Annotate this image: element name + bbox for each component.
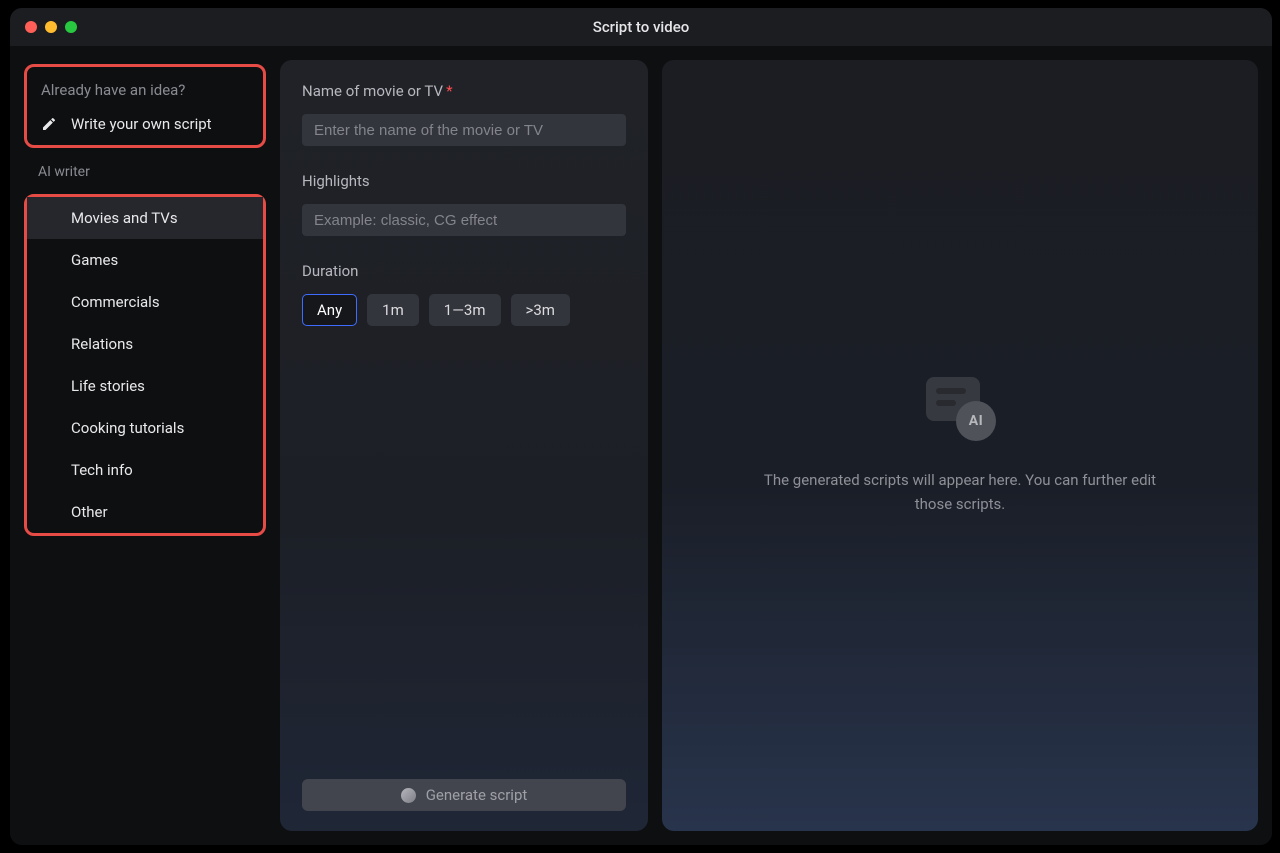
minimize-window-button[interactable] xyxy=(45,21,57,33)
name-input[interactable] xyxy=(302,114,626,146)
empty-state-illustration: AI xyxy=(920,375,1000,445)
ai-writer-heading: AI writer xyxy=(14,148,266,190)
sidebar-item-life-stories[interactable]: Life stories xyxy=(27,365,263,407)
duration-field-label: Duration xyxy=(302,262,626,280)
name-field-label-text: Name of movie or TV xyxy=(302,82,443,100)
preview-panel: AI The generated scripts will appear her… xyxy=(662,60,1258,831)
generate-script-label: Generate script xyxy=(426,786,528,804)
generate-script-button[interactable]: Generate script xyxy=(302,779,626,811)
write-own-script-label: Write your own script xyxy=(71,115,212,133)
pencil-icon xyxy=(41,116,57,132)
sparkle-icon xyxy=(401,788,416,803)
annotation-box-idea: Already have an idea? Write your own scr… xyxy=(24,64,266,148)
title-bar: Script to video xyxy=(10,8,1272,46)
highlights-field-label: Highlights xyxy=(302,172,626,190)
sidebar-item-cooking-tutorials[interactable]: Cooking tutorials xyxy=(27,407,263,449)
sidebar-item-movies-and-tvs[interactable]: Movies and TVs xyxy=(27,197,263,239)
sidebar-item-other[interactable]: Other xyxy=(27,491,263,533)
close-window-button[interactable] xyxy=(25,21,37,33)
app-window: Script to video Already have an idea? Wr… xyxy=(10,8,1272,845)
empty-state-text: The generated scripts will appear here. … xyxy=(750,469,1170,516)
traffic-lights xyxy=(25,21,77,33)
highlights-input[interactable] xyxy=(302,204,626,236)
duration-option-1m[interactable]: 1m xyxy=(367,294,419,326)
sidebar-item-games[interactable]: Games xyxy=(27,239,263,281)
sidebar-item-relations[interactable]: Relations xyxy=(27,323,263,365)
duration-options: Any 1m 1—3m >3m xyxy=(302,294,626,326)
ai-badge-icon: AI xyxy=(956,401,996,441)
sidebar: Already have an idea? Write your own scr… xyxy=(14,60,266,831)
annotation-box-categories: Movies and TVs Games Commercials Relatio… xyxy=(24,194,266,536)
sidebar-item-tech-info[interactable]: Tech info xyxy=(27,449,263,491)
maximize-window-button[interactable] xyxy=(65,21,77,33)
idea-prompt-label: Already have an idea? xyxy=(27,73,263,105)
name-field-label: Name of movie or TV* xyxy=(302,82,626,100)
duration-option-1-3m[interactable]: 1—3m xyxy=(429,294,501,326)
form-panel: Name of movie or TV* Highlights Duration… xyxy=(280,60,648,831)
duration-option-any[interactable]: Any xyxy=(302,294,357,326)
content-area: Already have an idea? Write your own scr… xyxy=(10,46,1272,845)
sidebar-item-commercials[interactable]: Commercials xyxy=(27,281,263,323)
write-own-script-button[interactable]: Write your own script xyxy=(27,105,263,141)
required-asterisk: * xyxy=(446,82,452,100)
window-title: Script to video xyxy=(10,18,1272,36)
duration-option-gt3m[interactable]: >3m xyxy=(511,294,570,326)
